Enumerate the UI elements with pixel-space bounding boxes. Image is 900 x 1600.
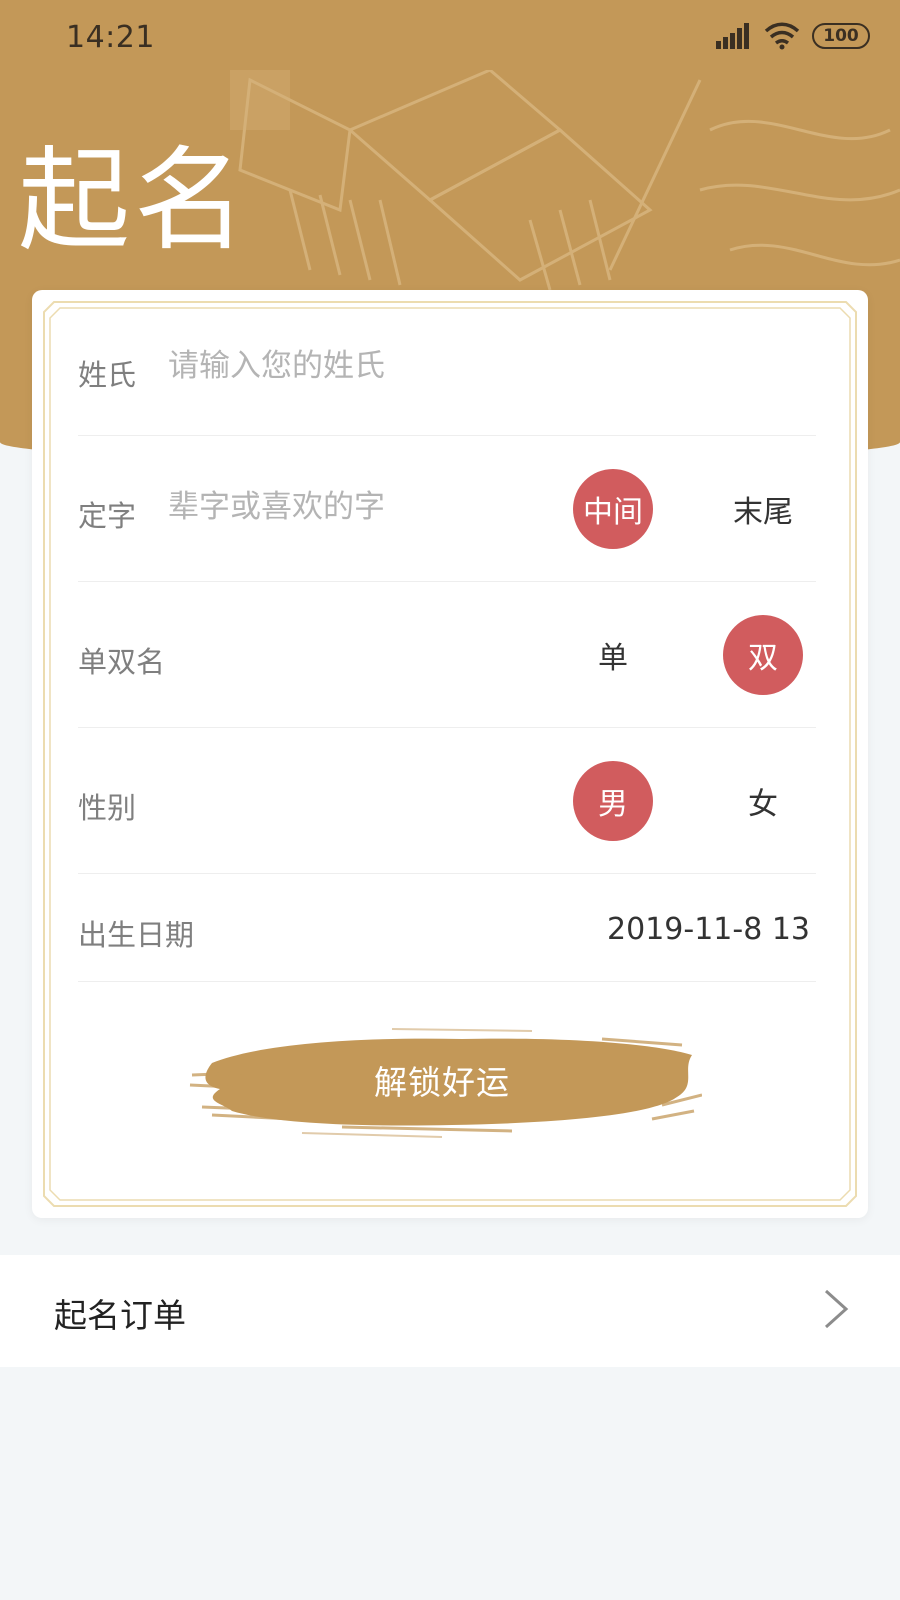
position-middle-option[interactable]: 中间 xyxy=(573,469,653,549)
position-end-option[interactable]: 末尾 xyxy=(723,469,803,549)
gender-female-option[interactable]: 女 xyxy=(723,761,803,841)
gender-label: 性别 xyxy=(78,791,137,825)
page-title: 起名 xyxy=(18,136,250,266)
birth-date-label: 出生日期 xyxy=(78,918,195,952)
single-name-option[interactable]: 单 xyxy=(573,615,653,695)
status-bar: 14:21 100 xyxy=(0,0,900,78)
name-length-label: 单双名 xyxy=(78,645,166,679)
unlock-luck-button[interactable]: 解锁好运 xyxy=(182,1015,702,1145)
unlock-luck-label: 解锁好运 xyxy=(374,1063,510,1102)
surname-label: 姓氏 xyxy=(78,358,137,392)
name-length-row: 单双名 单 双 xyxy=(78,582,816,728)
surname-row: 姓氏 xyxy=(78,290,816,436)
surname-input[interactable] xyxy=(168,348,548,384)
chevron-right-icon xyxy=(824,1289,849,1329)
signal-icon xyxy=(716,23,749,49)
status-time: 14:21 xyxy=(66,20,155,55)
fixed-char-input[interactable] xyxy=(168,489,548,525)
fixed-char-label: 定字 xyxy=(78,499,137,533)
naming-orders-label: 起名订单 xyxy=(54,1296,186,1335)
gender-row: 性别 男 女 xyxy=(78,728,816,874)
battery-icon: 100 xyxy=(812,23,870,49)
birth-date-value[interactable]: 2019-11-8 13 xyxy=(607,912,810,947)
naming-form-card: 姓氏 定字 中间 末尾 单双名 单 双 性别 男 女 出生日期 2019-11-… xyxy=(32,290,868,1218)
double-name-option[interactable]: 双 xyxy=(723,615,803,695)
book-illustration xyxy=(230,70,900,291)
gender-male-option[interactable]: 男 xyxy=(573,761,653,841)
naming-screen: 14:21 100 起名 姓氏 请输入您的姓氏 定字 辈字或喜欢的字 中间 末尾… xyxy=(0,0,900,1600)
wifi-icon xyxy=(764,22,800,50)
fixed-char-row: 定字 中间 末尾 xyxy=(78,436,816,582)
status-icons: 100 xyxy=(716,22,870,50)
naming-orders-row[interactable]: 起名订单 xyxy=(0,1255,900,1367)
birth-date-row[interactable]: 出生日期 2019-11-8 13 xyxy=(78,874,816,982)
